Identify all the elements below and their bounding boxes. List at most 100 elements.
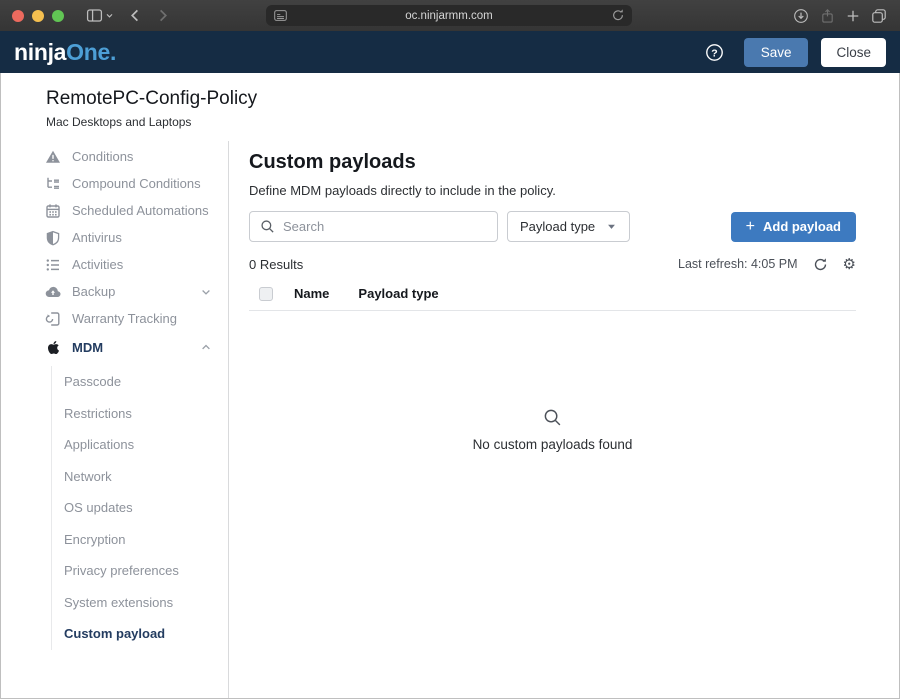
table-header: Name Payload type (249, 286, 856, 311)
minimize-window-button[interactable] (32, 10, 44, 22)
sidebar-item-restrictions[interactable]: Restrictions (52, 398, 228, 430)
reader-mode-icon[interactable] (273, 8, 288, 28)
sidebar-item-label: Encryption (64, 532, 125, 547)
sidebar-item-label: Antivirus (72, 230, 122, 245)
sidebar-item-os-updates[interactable]: OS updates (52, 492, 228, 524)
sidebar-item-system-extensions[interactable]: System extensions (52, 587, 228, 619)
help-icon[interactable]: ? (705, 43, 724, 62)
browser-window: oc.ninjarmm.com ninjaOne. ? (0, 0, 900, 699)
sidebar-item-label: Conditions (72, 149, 133, 164)
chevron-down-icon (606, 221, 617, 232)
policy-header: RemotePC-Config-Policy Mac Desktops and … (1, 73, 899, 141)
add-payload-label: Add payload (763, 219, 841, 234)
sidebar-menu-chevron-icon[interactable] (105, 11, 114, 20)
zoom-window-button[interactable] (52, 10, 64, 22)
traffic-lights (12, 10, 64, 22)
sidebar-item-label: Network (64, 469, 112, 484)
url-text: oc.ninjarmm.com (405, 10, 493, 22)
sidebar-item-passcode[interactable]: Passcode (52, 366, 228, 398)
sidebar-item-scheduled-automations[interactable]: Scheduled Automations (45, 197, 228, 224)
share-icon[interactable] (820, 8, 835, 24)
chevron-up-icon (200, 341, 212, 353)
sidebar-item-warranty-tracking[interactable]: Warranty Tracking (45, 305, 228, 332)
add-payload-button[interactable]: + Add payload (731, 212, 856, 242)
back-button[interactable] (128, 8, 143, 23)
chevron-down-icon (200, 286, 212, 298)
sidebar-item-mdm[interactable]: MDM (45, 332, 228, 362)
policy-page: RemotePC-Config-Policy Mac Desktops and … (0, 73, 900, 699)
sidebar-item-custom-payload[interactable]: Custom payload (52, 618, 228, 650)
plus-icon: + (746, 219, 755, 235)
calendar-icon (45, 203, 61, 219)
sidebar-item-label: Activities (72, 257, 123, 272)
column-header-payload-type: Payload type (358, 286, 438, 301)
sidebar-item-label: Custom payload (64, 626, 165, 641)
sidebar-item-conditions[interactable]: Conditions (45, 143, 228, 170)
downloads-icon[interactable] (793, 8, 809, 24)
sidebar-item-activities[interactable]: Activities (45, 251, 228, 278)
list-icon (45, 257, 61, 273)
section-heading: Custom payloads (249, 150, 856, 174)
warning-triangle-icon (45, 149, 61, 165)
sidebar-item-label: Backup (72, 284, 115, 299)
empty-state: No custom payloads found (249, 408, 856, 452)
close-button[interactable]: Close (821, 38, 886, 67)
sidebar-item-label: Scheduled Automations (72, 203, 209, 218)
sidebar-item-encryption[interactable]: Encryption (52, 524, 228, 556)
sidebar-item-label: Applications (64, 437, 134, 452)
sidebar-item-antivirus[interactable]: Antivirus (45, 224, 228, 251)
results-count: 0 Results (249, 257, 303, 272)
sidebar-item-label: Privacy preferences (64, 563, 179, 578)
sidebar-item-label: OS updates (64, 500, 133, 515)
chrome-toolbar-right (793, 0, 887, 31)
hierarchy-icon (45, 176, 61, 192)
shield-icon (45, 230, 61, 246)
column-header-name: Name (294, 286, 329, 301)
close-window-button[interactable] (12, 10, 24, 22)
sidebar-item-label: MDM (72, 340, 103, 355)
sidebar-item-network[interactable]: Network (52, 461, 228, 493)
empty-state-message: No custom payloads found (473, 437, 633, 452)
page-title: RemotePC-Config-Policy (46, 88, 879, 110)
sidebar-item-label: Restrictions (64, 406, 132, 421)
custom-payloads-panel: Custom payloads Define MDM payloads dire… (229, 141, 899, 698)
forward-button[interactable] (155, 8, 170, 23)
sidebar-toggle-icon[interactable] (86, 7, 103, 24)
select-all-checkbox[interactable] (259, 287, 273, 301)
browser-chrome: oc.ninjarmm.com (0, 0, 900, 31)
policy-sidebar: Conditions Compound Conditions Scheduled… (1, 141, 229, 698)
sidebar-item-label: Compound Conditions (72, 176, 201, 191)
page-subtitle: Mac Desktops and Laptops (46, 115, 879, 129)
refresh-icon[interactable] (813, 257, 828, 272)
ninjaone-logo: ninjaOne. (14, 39, 116, 66)
search-box (249, 211, 498, 242)
sidebar-item-compound-conditions[interactable]: Compound Conditions (45, 170, 228, 197)
refresh-area: Last refresh: 4:05 PM ⚙ (678, 257, 856, 272)
app-header: ninjaOne. ? Save Close (0, 31, 900, 73)
payload-type-filter-label: Payload type (520, 219, 595, 234)
search-icon (543, 408, 562, 430)
sidebar-item-label: System extensions (64, 595, 173, 610)
payload-type-filter[interactable]: Payload type (507, 211, 630, 242)
apple-icon (45, 339, 61, 355)
address-bar[interactable]: oc.ninjarmm.com (266, 5, 632, 26)
search-icon (260, 219, 275, 234)
sidebar-item-privacy-preferences[interactable]: Privacy preferences (52, 555, 228, 587)
warranty-icon (45, 311, 61, 327)
new-tab-icon[interactable] (846, 9, 860, 23)
sidebar-item-applications[interactable]: Applications (52, 429, 228, 461)
gear-icon[interactable]: ⚙ (843, 257, 856, 272)
save-button[interactable]: Save (744, 38, 809, 67)
last-refresh-text: Last refresh: 4:05 PM (678, 257, 798, 271)
svg-text:?: ? (711, 47, 717, 59)
results-row: 0 Results Last refresh: 4:05 PM ⚙ (249, 255, 856, 273)
section-description: Define MDM payloads directly to include … (249, 182, 856, 199)
sidebar-item-label: Passcode (64, 374, 121, 389)
mdm-subnav: Passcode Restrictions Applications Netwo… (51, 366, 228, 650)
tab-overview-icon[interactable] (871, 8, 887, 24)
sidebar-item-backup[interactable]: Backup (45, 278, 228, 305)
search-input[interactable] (283, 219, 487, 234)
sidebar-item-label: Warranty Tracking (72, 311, 177, 326)
reload-icon[interactable] (611, 8, 625, 25)
controls-row: Payload type + Add payload (249, 211, 856, 242)
